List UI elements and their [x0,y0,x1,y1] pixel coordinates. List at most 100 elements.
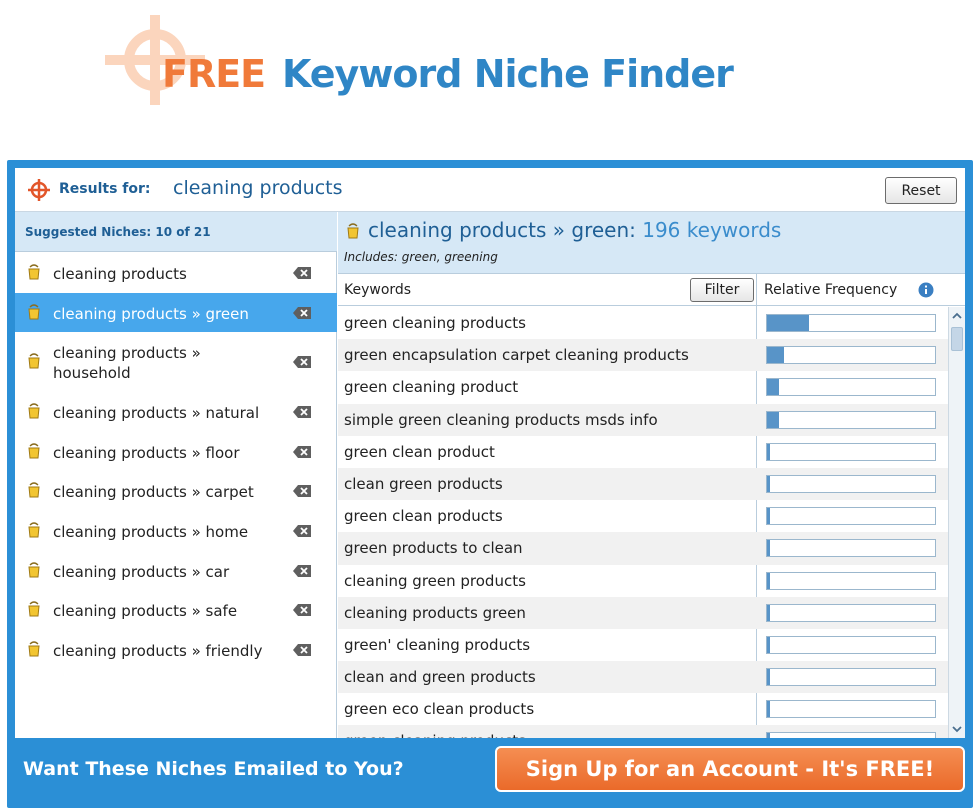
scroll-down-icon[interactable] [950,722,964,736]
delete-icon[interactable] [292,266,312,280]
keyword-scrollbar[interactable] [948,307,965,738]
frequency-bar [766,346,936,365]
keyword-text: green cleaning products [344,732,526,738]
frequency-bar [766,539,936,558]
frequency-bar-fill [767,572,770,589]
niche-item-label: cleaning products » home [53,522,249,541]
logo-title-text: Keyword Niche Finder [282,52,734,96]
scrollbar-thumb[interactable] [951,327,963,351]
frequency-bar-fill [767,669,770,686]
email-niches-prompt: Want These Niches Emailed to You? [23,758,404,780]
keyword-row[interactable]: green cleaning product [338,371,948,403]
niche-item[interactable]: cleaning products » household [15,332,337,392]
target-icon [28,179,50,201]
frequency-bar-fill [767,540,770,557]
keyword-row[interactable]: green eco clean products [338,693,948,725]
niche-item[interactable]: cleaning products [15,253,337,293]
frequency-bar-fill [767,508,770,525]
delete-icon[interactable] [292,355,312,369]
frequency-bar [766,668,936,687]
niche-list: cleaning products cleaning products » gre… [15,253,337,669]
bucket-icon [28,443,40,459]
keyword-row[interactable]: green cleaning products [338,725,948,738]
niche-includes: Includes: green, greening [344,250,498,264]
frequency-bar [766,474,936,493]
keyword-row[interactable]: green products to clean [338,532,948,565]
keyword-text: green eco clean products [344,700,535,719]
delete-icon[interactable] [292,524,312,538]
frequency-bar-fill [767,443,770,460]
frequency-bar-fill [767,379,779,396]
bucket-icon [28,601,40,617]
delete-icon[interactable] [292,564,312,578]
keyword-text: green clean product [344,442,495,461]
keyword-text: green cleaning product [344,378,519,397]
delete-icon[interactable] [292,643,312,657]
signup-button[interactable]: Sign Up for an Account - It's FREE! [495,746,965,792]
delete-icon[interactable] [292,306,312,320]
niche-item[interactable]: cleaning products » car [15,551,337,591]
niche-item-label: cleaning products » friendly [53,641,263,660]
keyword-row[interactable]: green clean product [338,436,948,468]
niche-item[interactable]: cleaning products » friendly [15,630,337,670]
keyword-text: green encapsulation carpet cleaning prod… [344,346,689,365]
frequency-bar [766,571,936,590]
frequency-bar [766,507,936,526]
bucket-icon [28,353,40,369]
niche-item[interactable]: cleaning products » home [15,511,337,551]
delete-icon[interactable] [292,484,312,498]
keywords-column-label: Keywords [344,282,412,298]
niche-title: cleaning products » green: 196 keywords [368,218,781,242]
keyword-row[interactable]: green clean products [338,500,948,532]
frequency-bar [766,442,936,461]
bucket-icon [28,264,40,280]
results-header: Results for: cleaning products Reset [15,168,965,212]
niche-item[interactable]: cleaning products » carpet [15,471,337,511]
results-query: cleaning products [173,177,343,199]
bucket-icon [28,482,40,498]
logo-free-text: FREE [162,52,266,96]
niche-item[interactable]: cleaning products » green [15,292,337,333]
niche-title-text: cleaning products » green: [368,218,636,242]
keyword-row[interactable]: green' cleaning products [338,629,948,661]
keyword-text: cleaning products green [344,603,526,622]
keyword-text: simple green cleaning products msds info [344,410,658,429]
keyword-row[interactable]: simple green cleaning products msds info [338,403,948,436]
niche-item[interactable]: cleaning products » floor [15,432,337,472]
niche-item-label: cleaning products [53,265,187,283]
frequency-bar [766,378,936,397]
bucket-icon [28,641,40,657]
frequency-bar [766,732,936,738]
delete-icon[interactable] [292,603,312,617]
niche-finder-widget: Results for: cleaning products Reset Sug… [7,160,973,808]
frequency-bar-fill [767,347,784,364]
delete-icon[interactable] [292,445,312,459]
niche-keyword-count: 196 keywords [642,218,782,242]
bucket-icon [28,303,40,320]
suggested-niches-header: Suggested Niches: 10 of 21 [15,212,337,252]
delete-icon[interactable] [292,405,312,419]
filter-button[interactable]: Filter [690,278,754,302]
info-icon[interactable] [918,282,934,298]
keyword-row[interactable]: green encapsulation carpet cleaning prod… [338,339,948,372]
keyword-text: green clean products [344,507,503,526]
keyword-row[interactable]: clean green products [338,467,948,501]
keyword-row[interactable]: clean and green products [338,661,948,694]
frequency-bar [766,314,936,332]
keyword-row[interactable]: cleaning products green [338,596,948,629]
frequency-bar-fill [767,411,779,428]
niche-header: cleaning products » green: 196 keywords … [338,212,965,274]
frequency-bar-fill [767,733,770,738]
frequency-bar-fill [767,604,770,621]
niche-item[interactable]: cleaning products » natural [15,392,337,432]
keyword-row[interactable]: green cleaning products [338,307,948,339]
frequency-bar [766,410,936,429]
niche-item[interactable]: cleaning products » safe [15,590,337,630]
reset-button[interactable]: Reset [885,177,957,204]
niche-item-label: cleaning products » green [53,304,249,323]
keyword-text: clean green products [344,474,503,493]
frequency-bar-fill [767,701,770,718]
frequency-bar-fill [767,636,770,653]
scroll-up-icon[interactable] [950,309,964,323]
keyword-row[interactable]: cleaning green products [338,565,948,597]
